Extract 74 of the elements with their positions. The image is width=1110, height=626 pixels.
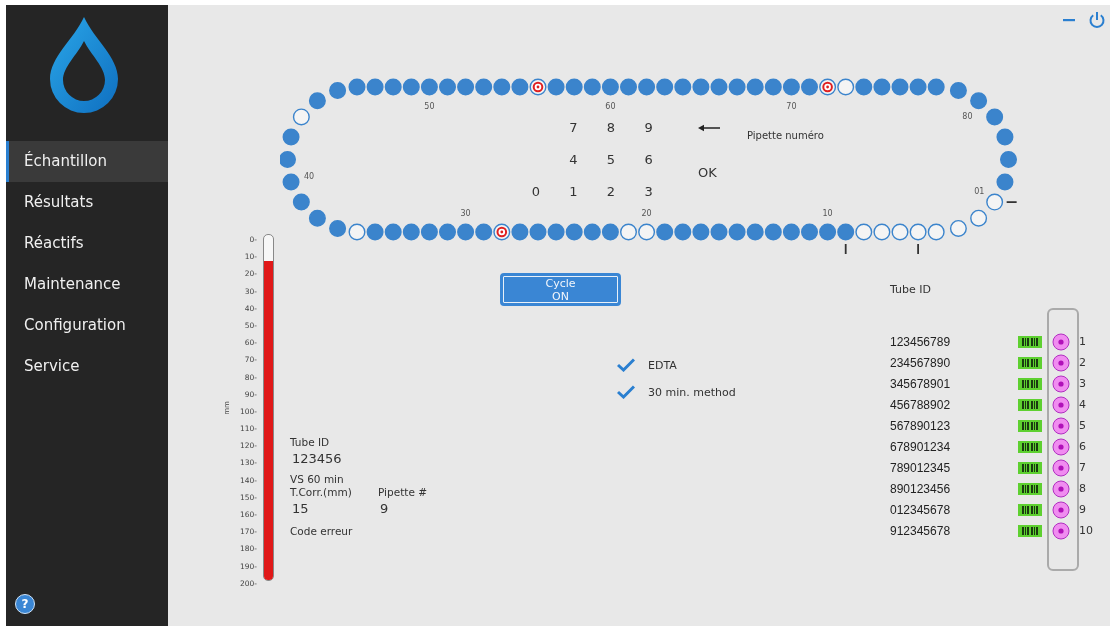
sidebar-item[interactable]: Maintenance [6,264,168,305]
option-label: 30 min. method [648,385,736,399]
slot-number: 40 [304,172,315,182]
barcode-icon [1018,503,1042,516]
pipette-number-label: Pipette numéro [747,130,824,141]
tube-id: 567890123 [890,418,952,433]
slot-number: 50 [424,102,435,111]
tube-id: 890123456 [890,481,952,496]
slot-number: 10 [822,209,833,218]
help-button[interactable]: ? [15,594,35,614]
barcode-icon [1018,398,1042,411]
keypad-key[interactable]: 6 [629,146,668,172]
tube-id: 123456789 [890,334,952,349]
keypad-key[interactable]: 2 [592,178,630,204]
option-label: EDTA [648,358,677,372]
slot-number: 30 [460,209,471,218]
tube-id: 456788902 [890,397,952,412]
barcode-icon [1018,482,1042,495]
check-icon[interactable] [617,358,635,372]
keypad-key[interactable]: 4 [554,146,593,172]
barcode-icon [1018,524,1042,537]
slot-number: 80 [962,112,973,122]
rack-position: 2 [1079,356,1086,369]
keypad-key[interactable]: 8 [592,114,630,140]
slot-number: 60 [605,102,616,111]
barcode-icon [1018,461,1042,474]
keypad-key[interactable]: 5 [592,146,630,172]
rack-position: 6 [1079,440,1086,453]
sidebar-item[interactable]: Service [6,346,168,387]
rack-position: 3 [1079,377,1086,390]
barcode-icon [1018,440,1042,453]
keypad-key[interactable]: 9 [629,114,668,140]
ok-button[interactable]: OK [694,165,721,180]
pipette-value: 9 [379,500,390,518]
keypad-key[interactable]: 0 [517,178,555,204]
barcode-icon [1018,377,1042,390]
result-label: VS 60 min [290,473,345,486]
tube-id: 912345678 [890,523,952,538]
left-arrow-icon [698,123,720,132]
slot-number: 01 [974,186,985,196]
barcode-icon [1018,356,1042,369]
result-value: 15 [291,500,310,518]
rack-position: 10 [1079,524,1093,537]
result-unit-label: T.Corr.(mm) [290,486,353,499]
tube-id: 678901234 [890,439,952,454]
tube-id: 345678901 [890,376,952,391]
sidebar-item[interactable]: Réactifs [6,223,168,264]
cycle-button[interactable]: Cycle ON [500,273,621,306]
tube-id: 234567890 [890,355,952,370]
rack-position: 9 [1079,503,1086,516]
check-icon[interactable] [617,385,635,399]
rack-position: 7 [1079,461,1086,474]
tube-id: 789012345 [890,460,952,475]
rack-position: 8 [1079,482,1086,495]
sidebar-item[interactable]: Échantillon [6,141,168,182]
sidebar-item[interactable]: Configuration [6,305,168,346]
rack-position: 4 [1079,398,1086,411]
slot-number: 20 [641,209,652,218]
tube-id: 012345678 [890,502,952,517]
barcode-icon [1018,335,1042,348]
tube-id-value: 123456 [291,450,343,468]
rack-position: 1 [1079,335,1086,348]
keypad-key[interactable]: 7 [554,114,593,140]
error-code-label: Code erreur [290,525,354,538]
slot-number: 70 [786,102,797,111]
tube-id-header: Tube ID [890,283,932,296]
pipette-label: Pipette # [378,486,428,499]
keypad-key[interactable]: 1 [554,178,593,204]
tube-id-label: Tube ID [290,436,331,449]
barcode-icon [1018,419,1042,432]
sidebar-item[interactable]: Résultats [6,182,168,223]
rack-position: 5 [1079,419,1086,432]
keypad-key[interactable]: 3 [629,178,668,204]
power-icon[interactable] [1088,11,1106,29]
